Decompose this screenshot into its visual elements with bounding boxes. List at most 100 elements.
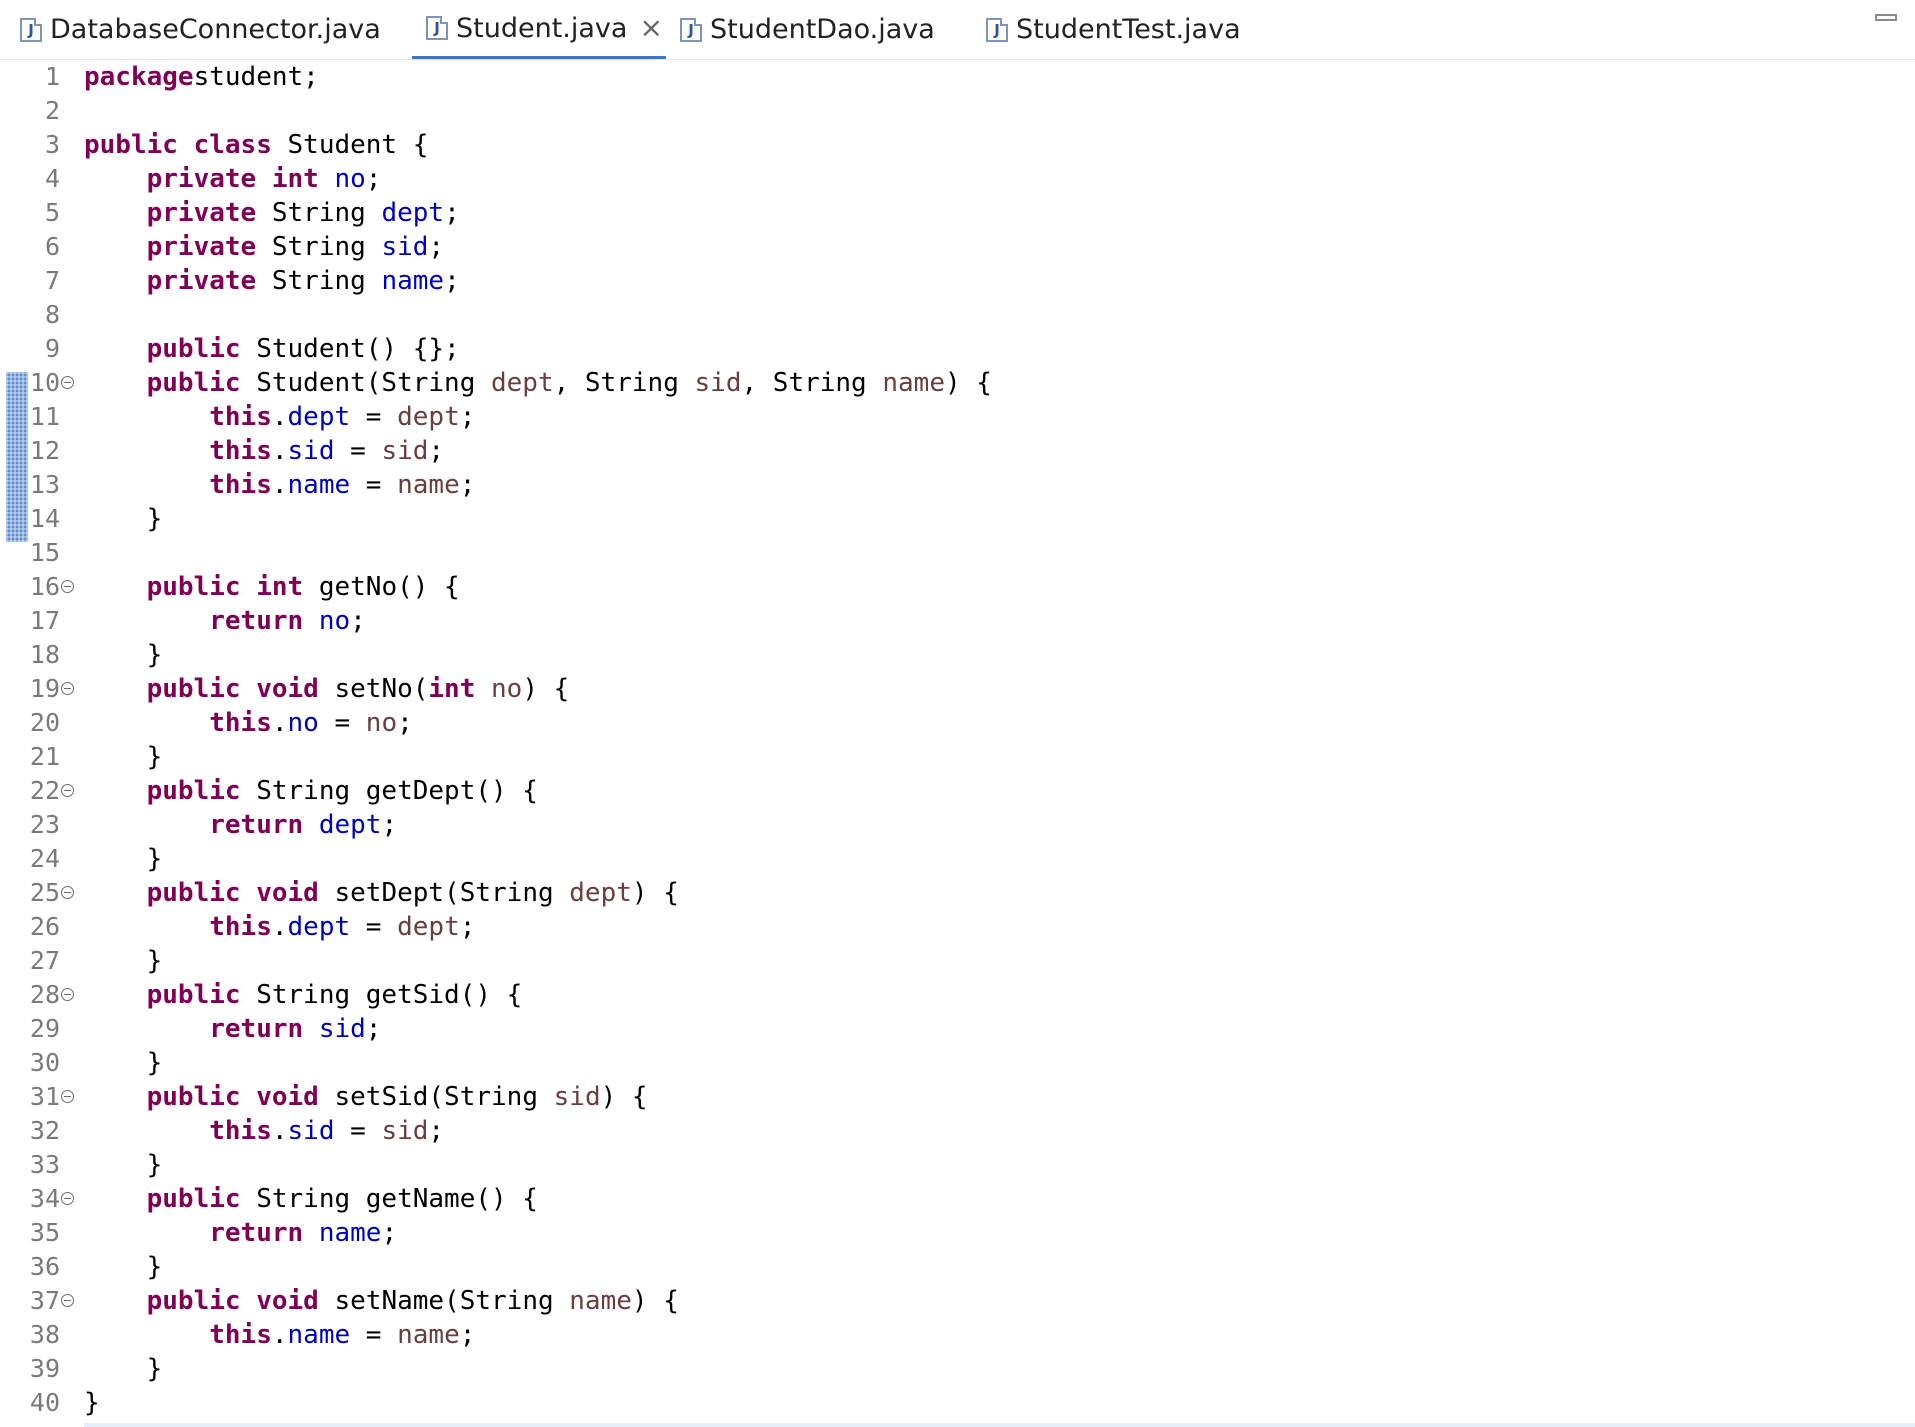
tab-studentdao-java[interactable]: J StudentDao.java (680, 0, 935, 59)
code-line[interactable]: 36 } (0, 1250, 1915, 1284)
code-line[interactable]: 35 return name; (0, 1216, 1915, 1250)
parameter-token: name (882, 368, 945, 398)
line-number: 10 (29, 368, 60, 397)
code-line[interactable]: 4 private int no; (0, 162, 1915, 196)
code-token: . (271, 470, 288, 500)
code-text: } (84, 944, 163, 978)
keyword-token: package (84, 62, 194, 92)
fold-collapse-icon[interactable] (61, 886, 74, 899)
close-icon[interactable]: × (639, 14, 662, 42)
fold-collapse-icon[interactable] (61, 1294, 74, 1307)
code-line[interactable]: 3 public class Student { (0, 128, 1915, 162)
code-line[interactable]: 38 this.name = name; (0, 1318, 1915, 1352)
code-text: public int getNo() { (84, 570, 460, 604)
keyword-token: this (209, 402, 272, 432)
line-number: 33 (29, 1150, 60, 1179)
code-token: String (256, 232, 382, 262)
tab-student-java[interactable]: J Student.java × (412, 0, 666, 59)
line-number: 40 (29, 1388, 60, 1417)
keyword-token: this (209, 470, 272, 500)
code-line[interactable]: 11 this.dept = dept; (0, 400, 1915, 434)
code-line[interactable]: 14 } (0, 502, 1915, 536)
code-line[interactable]: 31 public void setSid(String sid) { (0, 1080, 1915, 1114)
code-token: ; (444, 198, 460, 228)
code-token: , String (741, 368, 883, 398)
field-token: name (287, 1320, 351, 1350)
code-line[interactable]: 8 (0, 298, 1915, 332)
code-line[interactable]: 29 return sid; (0, 1012, 1915, 1046)
code-line[interactable]: 13 this.name = name; (0, 468, 1915, 502)
code-line[interactable]: 40} (0, 1386, 1915, 1420)
line-number: 29 (29, 1014, 60, 1043)
code-line[interactable]: 10 public Student(String dept, String si… (0, 366, 1915, 400)
code-token: , String (553, 368, 695, 398)
code-text: public String getName() { (84, 1182, 538, 1216)
minimize-icon[interactable] (1875, 14, 1897, 21)
code-line[interactable]: 19 public void setNo(int no) { (0, 672, 1915, 706)
code-line[interactable]: 37 public void setName(String name) { (0, 1284, 1915, 1318)
line-number: 31 (29, 1082, 60, 1111)
code-line[interactable]: 9 public Student() {}; (0, 332, 1915, 366)
code-line[interactable]: 27 } (0, 944, 1915, 978)
code-line[interactable]: 23 return dept; (0, 808, 1915, 842)
code-token: } (84, 640, 163, 670)
java-file-icon: J (680, 17, 702, 42)
fold-collapse-icon[interactable] (61, 376, 74, 389)
code-line[interactable]: 26 this.dept = dept; (0, 910, 1915, 944)
code-text: private String dept; (84, 196, 460, 230)
fold-collapse-icon[interactable] (61, 988, 74, 1001)
keyword-token: public (84, 130, 178, 160)
fold-collapse-icon[interactable] (61, 580, 74, 593)
line-number: 17 (29, 606, 60, 635)
code-line[interactable]: 28 public String getSid() { (0, 978, 1915, 1012)
fold-collapse-icon[interactable] (61, 784, 74, 797)
keyword-token: class (193, 130, 272, 160)
code-line[interactable]: 5 private String dept; (0, 196, 1915, 230)
code-line[interactable]: 25 public void setDept(String dept) { (0, 876, 1915, 910)
code-line[interactable]: 17 return no; (0, 604, 1915, 638)
code-token: ; (428, 436, 445, 466)
code-line[interactable]: 39 } (0, 1352, 1915, 1386)
code-line[interactable]: 24 } (0, 842, 1915, 876)
code-line[interactable]: 21 } (0, 740, 1915, 774)
fold-collapse-icon[interactable] (61, 1090, 74, 1103)
code-line[interactable]: 34 public String getName() { (0, 1182, 1915, 1216)
keyword-token: public (146, 980, 241, 1010)
code-line[interactable]: 7 private String name; (0, 264, 1915, 298)
code-line[interactable]: 32 this.sid = sid; (0, 1114, 1915, 1148)
code-line[interactable]: 30 } (0, 1046, 1915, 1080)
fold-collapse-icon[interactable] (61, 682, 74, 695)
code-token: ; (365, 1014, 382, 1044)
code-editor[interactable]: 1 packagestudent; 2 3 public class Student {… (0, 60, 1915, 1427)
code-token: } (84, 946, 163, 976)
code-line[interactable]: 12 this.sid = sid; (0, 434, 1915, 468)
code-text: this.dept = dept; (84, 910, 475, 944)
code-text: this.name = name; (84, 468, 475, 502)
code-line[interactable]: 6 private String sid; (0, 230, 1915, 264)
tab-databaseconnector-java[interactable]: J DatabaseConnector.java (20, 0, 381, 59)
code-token: = (350, 470, 398, 500)
code-line[interactable]: 1 packagestudent; (0, 60, 1915, 94)
code-line[interactable]: 15 (0, 536, 1915, 570)
code-line[interactable]: 22 public String getDept() { (0, 774, 1915, 808)
code-line[interactable]: 20 this.no = no; (0, 706, 1915, 740)
code-line[interactable]: 33 } (0, 1148, 1915, 1182)
code-line[interactable]: 16 public int getNo() { (0, 570, 1915, 604)
code-text: this.sid = sid; (84, 434, 444, 468)
code-token: = (334, 1116, 382, 1146)
tab-studenttest-java[interactable]: J StudentTest.java (986, 0, 1241, 59)
fold-collapse-icon[interactable] (61, 1192, 74, 1205)
code-token: setName(String (318, 1286, 570, 1316)
keyword-token: int (271, 164, 319, 194)
line-number: 4 (44, 164, 60, 193)
code-line[interactable]: 18 } (0, 638, 1915, 672)
code-line[interactable]: 2 (0, 94, 1915, 128)
